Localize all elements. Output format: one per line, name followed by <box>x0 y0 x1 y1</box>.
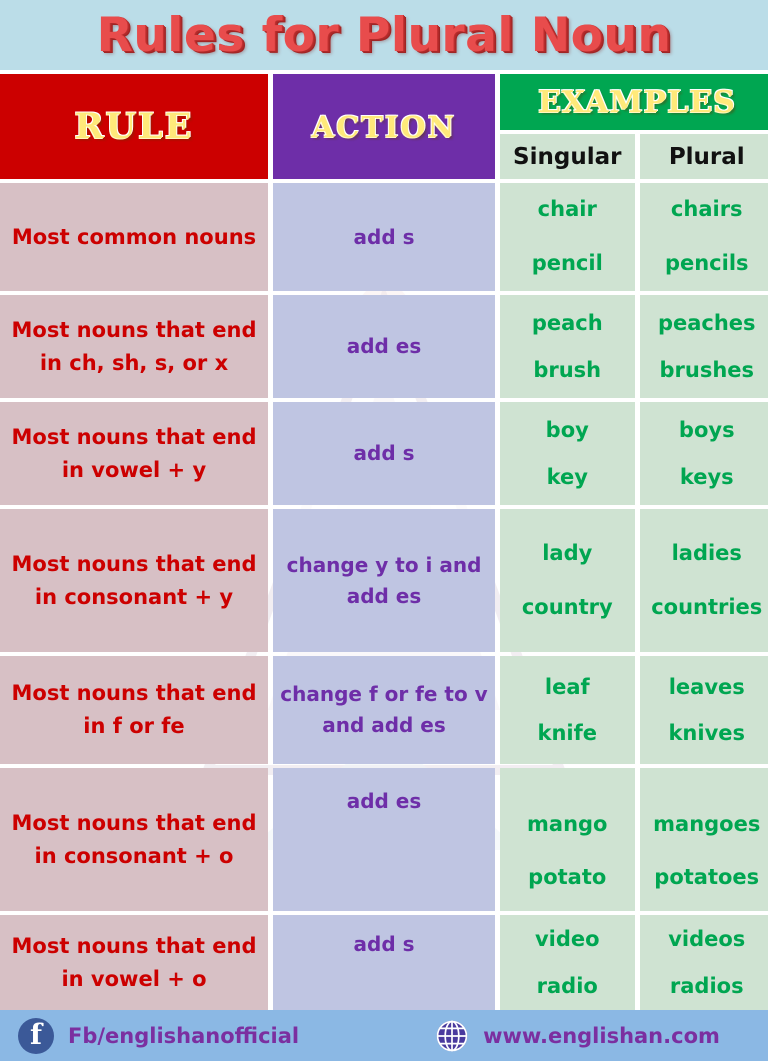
cell-action: change y to i and add es <box>273 509 495 652</box>
action-text: add s <box>354 222 415 253</box>
cell-action: add es <box>273 768 495 911</box>
facebook-label: Fb/englishanofficial <box>68 1024 299 1048</box>
column-header-plural-label: Plural <box>669 144 745 170</box>
action-text: add s <box>354 929 415 960</box>
cell-examples: chairpencil chairspencils <box>500 183 768 291</box>
cell-singular: peachbrush <box>500 295 635 398</box>
table-header-row: RULE ACTION EXAMPLES Singular Plural <box>0 74 768 179</box>
column-header-examples: EXAMPLES Singular Plural <box>500 74 768 179</box>
cell-plural: mangoespotatoes <box>640 768 768 911</box>
cell-rule: Most nouns that end in f or fe <box>0 656 268 764</box>
cell-rule: Most nouns that end in consonant + o <box>0 768 268 911</box>
facebook-link[interactable]: f Fb/englishanofficial <box>18 1018 299 1054</box>
cell-action: add s <box>273 402 495 505</box>
cell-action: add s <box>273 915 495 1010</box>
website-link[interactable]: www.englishan.com <box>435 1019 720 1053</box>
cell-rule: Most nouns that end in vowel + y <box>0 402 268 505</box>
plural-text: peachesbrushes <box>658 300 756 392</box>
rules-table: RULE ACTION EXAMPLES Singular Plural <box>0 70 768 1010</box>
column-header-action-label: ACTION <box>312 110 457 144</box>
column-header-rule-label: RULE <box>75 106 194 147</box>
cell-examples: peachbrush peachesbrushes <box>500 295 768 398</box>
plural-text: leavesknives <box>668 664 745 756</box>
plural-text: ladiescountries <box>651 527 762 634</box>
action-text: change f or fe to v and add es <box>276 679 492 741</box>
cell-rule: Most nouns that end in vowel + o <box>0 915 268 1010</box>
action-text: add s <box>354 438 415 469</box>
column-header-action: ACTION <box>273 74 495 179</box>
cell-singular: boykey <box>500 402 635 505</box>
footer-bar: f Fb/englishanofficial www.englishan.com <box>0 1010 768 1061</box>
rule-text: Most nouns that end in ch, sh, s, or x <box>3 314 265 379</box>
table-body: Most common nouns add s chairpencil chai… <box>0 183 768 1010</box>
cell-examples: boykey boyskeys <box>500 402 768 505</box>
cell-singular: ladycountry <box>500 509 635 652</box>
plural-text: videosradios <box>668 916 745 1008</box>
cell-singular: videoradio <box>500 915 635 1010</box>
singular-text: boykey <box>546 407 589 499</box>
column-header-singular-label: Singular <box>513 144 621 170</box>
examples-banner: EXAMPLES <box>500 74 768 130</box>
singular-text: chairpencil <box>532 183 603 290</box>
table-row: Most common nouns add s chairpencil chai… <box>0 183 768 291</box>
plural-text: boyskeys <box>679 407 735 499</box>
cell-examples: ladycountry ladiescountries <box>500 509 768 652</box>
plural-text: chairspencils <box>665 183 749 290</box>
cell-plural: peachesbrushes <box>640 295 768 398</box>
cell-singular: leafknife <box>500 656 635 764</box>
cell-examples: leafknife leavesknives <box>500 656 768 764</box>
action-text: add es <box>347 786 422 817</box>
cell-plural: videosradios <box>640 915 768 1010</box>
rule-text: Most nouns that end in vowel + o <box>3 930 265 995</box>
cell-examples: mangopotato mangoespotatoes <box>500 768 768 911</box>
cell-plural: boyskeys <box>640 402 768 505</box>
cell-action: change f or fe to v and add es <box>273 656 495 764</box>
action-text: change y to i and add es <box>276 550 492 612</box>
singular-text: peachbrush <box>532 300 603 392</box>
cell-singular: mangopotato <box>500 768 635 911</box>
cell-plural: ladiescountries <box>640 509 768 652</box>
rule-text: Most nouns that end in f or fe <box>3 677 265 742</box>
cell-rule: Most common nouns <box>0 183 268 291</box>
singular-text: videoradio <box>535 916 600 1008</box>
column-header-plural: Plural <box>640 134 768 179</box>
globe-icon <box>435 1019 469 1053</box>
examples-subheader-row: Singular Plural <box>500 134 768 179</box>
singular-text: leafknife <box>538 664 598 756</box>
singular-text: ladycountry <box>522 527 613 634</box>
cell-plural: leavesknives <box>640 656 768 764</box>
facebook-icon: f <box>18 1018 54 1054</box>
rule-text: Most common nouns <box>12 221 256 254</box>
table-row: Most nouns that end in consonant + o add… <box>0 768 768 911</box>
cell-singular: chairpencil <box>500 183 635 291</box>
cell-action: add es <box>273 295 495 398</box>
table-row: Most nouns that end in ch, sh, s, or x a… <box>0 295 768 398</box>
table-row: Most nouns that end in consonant + y cha… <box>0 509 768 652</box>
page-title: Rules for Plural Noun <box>97 8 672 63</box>
cell-plural: chairspencils <box>640 183 768 291</box>
cell-rule: Most nouns that end in ch, sh, s, or x <box>0 295 268 398</box>
cell-rule: Most nouns that end in consonant + y <box>0 509 268 652</box>
column-header-rule: RULE <box>0 74 268 179</box>
rule-text: Most nouns that end in consonant + o <box>3 807 265 872</box>
cell-examples: videoradio videosradios <box>500 915 768 1010</box>
infographic-poster: Rules for Plural Noun RULE ACTION EXAMPL… <box>0 0 768 1046</box>
title-banner: Rules for Plural Noun <box>0 0 768 70</box>
action-text: add es <box>347 331 422 362</box>
cell-action: add s <box>273 183 495 291</box>
website-label: www.englishan.com <box>483 1024 720 1048</box>
table-row: Most nouns that end in vowel + y add s b… <box>0 402 768 505</box>
table-row: Most nouns that end in vowel + o add s v… <box>0 915 768 1010</box>
rule-text: Most nouns that end in vowel + y <box>3 421 265 486</box>
column-header-examples-label: EXAMPLES <box>538 85 736 120</box>
singular-text: mangopotato <box>527 798 607 905</box>
rule-text: Most nouns that end in consonant + y <box>3 548 265 613</box>
plural-text: mangoespotatoes <box>653 798 760 905</box>
column-header-singular: Singular <box>500 134 635 179</box>
table-row: Most nouns that end in f or fe change f … <box>0 656 768 764</box>
